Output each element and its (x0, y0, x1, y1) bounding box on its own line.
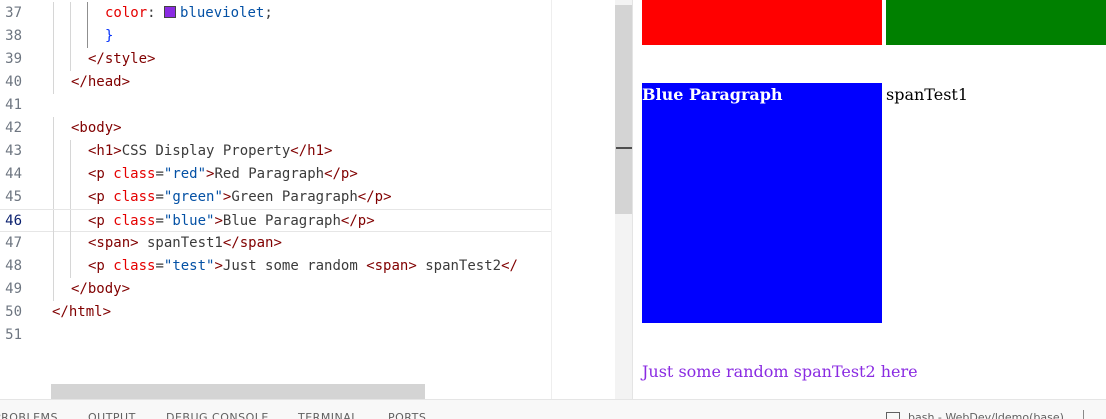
line-number: 50 (5, 304, 22, 320)
indent-guide (70, 140, 71, 163)
indent-guide (70, 48, 71, 71)
indent-guide (53, 71, 54, 94)
red-paragraph-box (642, 0, 882, 45)
indent-guide (70, 255, 71, 278)
code-text: <p class="test">Just some random <span> … (88, 258, 518, 274)
blue-paragraph-text: Blue Paragraph (642, 85, 783, 104)
code-line[interactable]: 51 (0, 324, 552, 347)
code-line[interactable]: 47 <span> spanTest1</span> (0, 232, 552, 255)
code-line[interactable]: 48 <p class="test">Just some random <span… (0, 255, 552, 278)
code-text: </html> (52, 304, 112, 320)
indent-guide (53, 186, 54, 209)
indent-guide (53, 163, 54, 186)
live-preview: Blue Paragraph spanTest1 Just some rando… (633, 0, 1106, 399)
indent-guide (70, 232, 71, 255)
line-number: 48 (5, 258, 22, 274)
code-editor[interactable]: 37 color: blueviolet; 38} 39 </style> 40 </hea… (0, 0, 552, 399)
green-paragraph-box (886, 0, 1106, 45)
line-number: 46 (5, 213, 22, 229)
code-text: <body> (71, 120, 122, 136)
indent-guide (53, 278, 54, 301)
indent-guide (53, 25, 54, 48)
terminal-separator (1083, 410, 1084, 419)
code-text: color: blueviolet; (105, 5, 273, 21)
line-number: 41 (5, 97, 22, 113)
scrollbar-position-marker (616, 147, 632, 149)
indent-guide (70, 163, 71, 186)
terminal-instance-label[interactable]: bash - WebDev/ldemo(base) (908, 411, 1064, 419)
test-paragraph-text: Just some random spanTest2 here (642, 362, 918, 381)
horizontal-scrollbar[interactable] (51, 384, 425, 399)
code-text: } (105, 28, 114, 44)
line-number: 38 (5, 28, 22, 44)
tab-problems[interactable]: PROBLEMS (0, 411, 58, 419)
line-number: 45 (5, 189, 22, 205)
code-line[interactable]: 39 </style> (0, 48, 552, 71)
tab-debug-console[interactable]: DEBUG CONSOLE (166, 411, 269, 419)
code-line[interactable]: 38} (0, 25, 552, 48)
code-text: </body> (71, 281, 131, 297)
line-number: 40 (5, 74, 22, 90)
code-text: <span> spanTest1</span> (88, 235, 282, 251)
indent-guide (87, 2, 88, 25)
tab-ports[interactable]: PORTS (388, 411, 426, 419)
code-text: <p class="green">Green Paragraph</p> (88, 189, 392, 205)
span-test1-text: spanTest1 (886, 85, 969, 104)
code-line[interactable]: 43 <h1>CSS Display Property</h1> (0, 140, 552, 163)
indent-guide (53, 48, 54, 71)
code-line[interactable]: 41 (0, 94, 552, 117)
vertical-scrollbar-thumb[interactable] (615, 5, 632, 214)
indent-guide (70, 25, 71, 48)
tab-terminal[interactable]: TERMINAL (298, 411, 358, 419)
tab-output[interactable]: OUTPUT (88, 411, 136, 419)
line-number: 42 (5, 120, 22, 136)
line-number: 44 (5, 166, 22, 182)
indent-guide (53, 2, 54, 25)
line-number: 51 (5, 327, 22, 343)
code-text: </head> (71, 74, 131, 90)
indent-guide (70, 2, 71, 25)
code-line[interactable]: 40 </head> (0, 71, 552, 94)
indent-guide (70, 210, 71, 233)
code-line[interactable]: 45 <p class="green">Green Paragraph</p> (0, 186, 552, 209)
indent-guide (53, 140, 54, 163)
code-line[interactable]: 42 <body> (0, 117, 552, 140)
code-text: </style> (88, 51, 156, 67)
color-swatch-icon[interactable] (164, 6, 177, 18)
code-text: <p class="red">Red Paragraph</p> (88, 166, 358, 182)
code-line[interactable]: 37 color: blueviolet; (0, 2, 552, 25)
line-number: 39 (5, 51, 22, 67)
code-line[interactable]: 50 </html> (0, 301, 552, 324)
indent-guide (87, 25, 88, 48)
line-number: 47 (5, 235, 22, 251)
line-number: 43 (5, 143, 22, 159)
indent-guide (53, 255, 54, 278)
indent-guide (53, 117, 54, 140)
line-number: 49 (5, 281, 22, 297)
indent-guide (53, 210, 54, 233)
code-line[interactable]: 46 <p class="blue">Blue Paragraph</p> (0, 209, 552, 233)
indent-guide (53, 232, 54, 255)
bottom-panel-tabs: PROBLEMS OUTPUT DEBUG CONSOLE TERMINAL P… (0, 399, 1106, 419)
blue-paragraph-box: Blue Paragraph (642, 83, 882, 323)
indent-guide (70, 186, 71, 209)
code-line[interactable]: 44 <p class="red">Red Paragraph</p> (0, 163, 552, 186)
line-number: 37 (5, 5, 22, 21)
code-text: <p class="blue">Blue Paragraph</p> (88, 213, 375, 229)
code-line[interactable]: 49 </body> (0, 278, 552, 301)
terminal-icon[interactable] (886, 412, 900, 419)
code-text: <h1>CSS Display Property</h1> (88, 143, 333, 159)
